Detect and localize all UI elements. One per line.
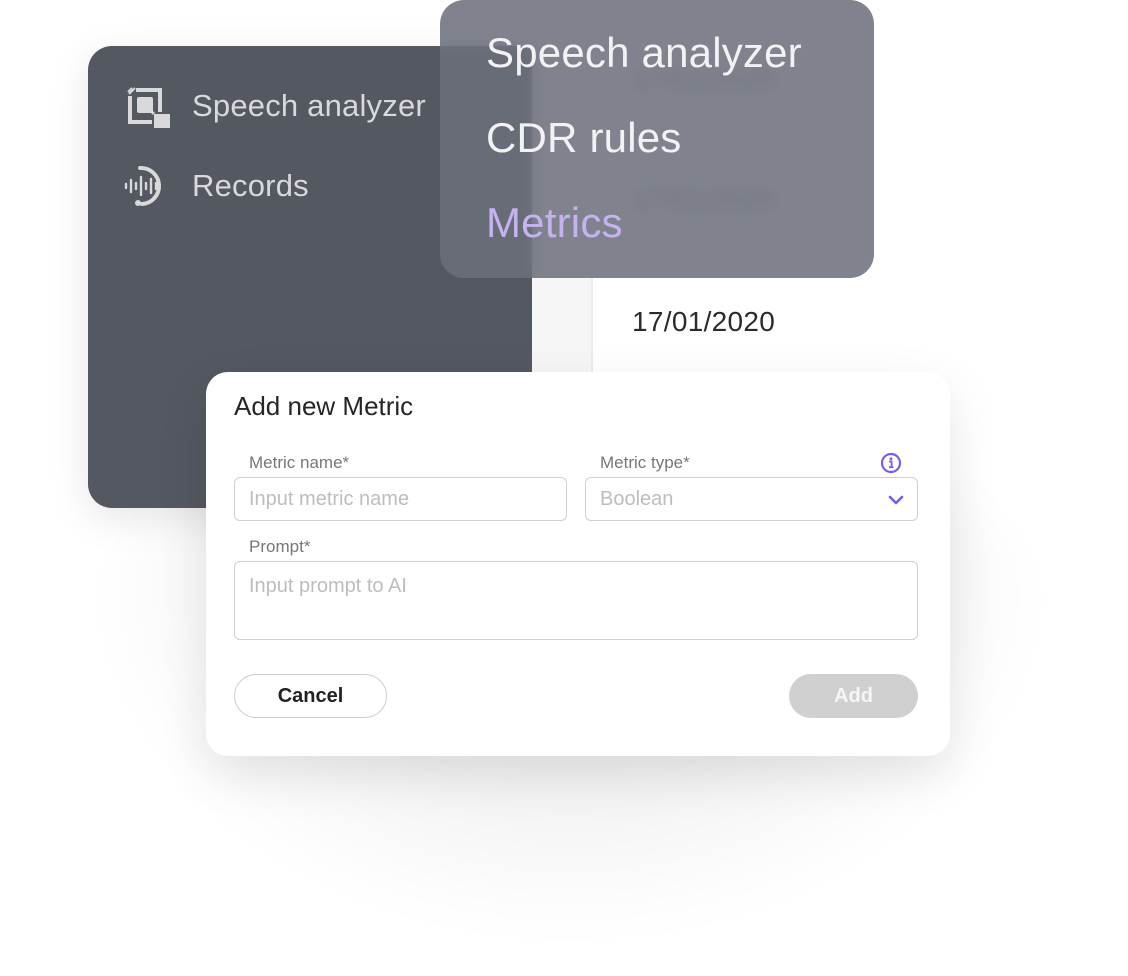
speech-analyzer-icon	[122, 80, 174, 132]
sidebar-item-records[interactable]: Records	[124, 160, 309, 212]
info-icon[interactable]	[880, 452, 902, 474]
menu-item-cdr-rules[interactable]: CDR rules	[486, 114, 682, 162]
add-metric-dialog: Add new Metric Metric name* Metric type*…	[206, 372, 950, 756]
add-button[interactable]: Add	[789, 674, 918, 718]
dialog-title: Add new Metric	[234, 391, 414, 421]
records-waveform-icon	[122, 160, 174, 212]
metric-type-value: Boolean	[600, 487, 674, 510]
metric-name-label: Metric name*	[249, 453, 350, 472]
nav-popup-menu: Speech analyzer CDR rules Metrics	[440, 0, 874, 278]
menu-item-metrics[interactable]: Metrics	[486, 199, 623, 247]
menu-item-speech-analyzer[interactable]: Speech analyzer	[486, 29, 802, 77]
cancel-button[interactable]: Cancel	[234, 674, 387, 718]
metric-name-input[interactable]	[234, 477, 567, 521]
prompt-textarea[interactable]	[234, 561, 918, 640]
metric-type-label: Metric type*	[600, 453, 690, 472]
table-cell-date: 17/01/2020	[632, 306, 776, 337]
prompt-label: Prompt*	[249, 537, 311, 556]
sidebar-item-label: Records	[192, 168, 309, 203]
chevron-down-icon	[887, 491, 905, 507]
metric-type-select[interactable]: Boolean	[585, 477, 918, 521]
sidebar-item-speech-analyzer[interactable]: Speech analyzer	[126, 80, 426, 132]
sidebar-item-label: Speech analyzer	[192, 88, 426, 123]
